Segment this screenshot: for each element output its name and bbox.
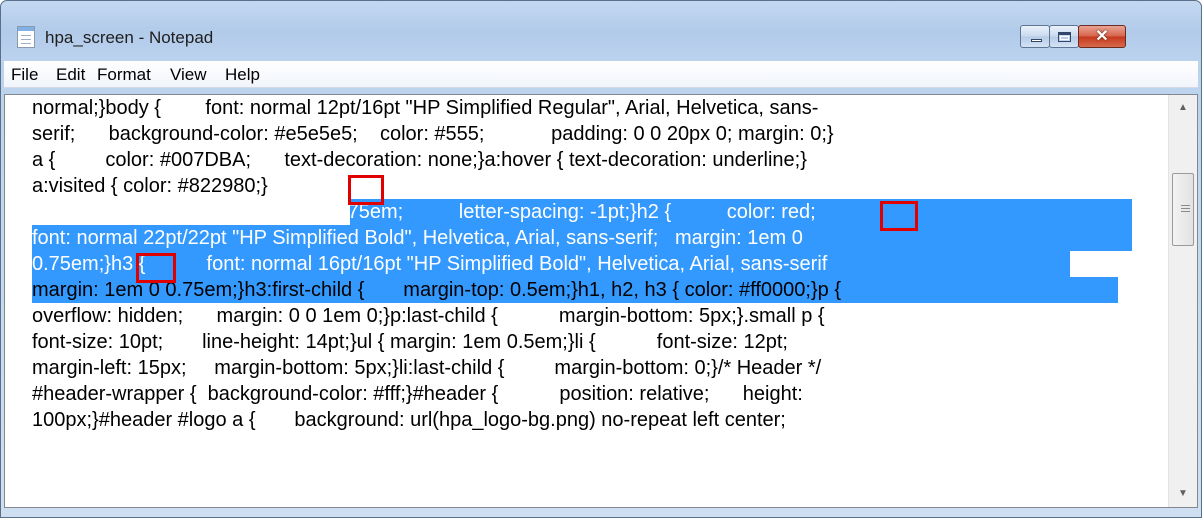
callout-h3-box xyxy=(136,253,176,283)
menu-help[interactable]: Help xyxy=(222,65,263,85)
text-line: 100px;}#header #logo a { background: url… xyxy=(32,409,786,431)
close-button[interactable]: ✕ xyxy=(1078,25,1126,48)
scroll-up-arrow-icon[interactable]: ▲ xyxy=(1169,95,1197,121)
text-line: a { color: #007DBA; text-decoration: non… xyxy=(32,149,807,171)
close-icon: ✕ xyxy=(1095,28,1109,45)
menu-edit[interactable]: Edit xyxy=(53,65,88,85)
selected-text-line: sans-serif; margin-bottom: 0.75em; lette… xyxy=(32,201,816,223)
minimize-icon xyxy=(1031,39,1042,42)
text-line: font-size: 10pt; line-height: 14pt;}ul {… xyxy=(32,331,788,353)
maximize-button[interactable] xyxy=(1049,25,1079,48)
text-line: overflow: hidden; margin: 0 0 1em 0;}p:l… xyxy=(32,305,825,327)
menu-format[interactable]: Format xyxy=(94,65,154,85)
title-bar[interactable]: hpa_screen - Notepad ✕ xyxy=(1,1,1201,53)
callout-h1-box xyxy=(348,175,384,205)
text-line: serif; background-color: #e5e5e5; color:… xyxy=(32,123,834,145)
menu-view[interactable]: View xyxy=(167,65,210,85)
notepad-icon[interactable] xyxy=(17,26,35,48)
selected-text-line: font: normal 22pt/22pt "HP Simplified Bo… xyxy=(32,227,803,249)
menu-file[interactable]: File xyxy=(8,65,41,85)
minimize-button[interactable] xyxy=(1020,25,1050,48)
text-line: #header-wrapper { background-color: #fff… xyxy=(32,383,803,405)
text-line: normal;}body { font: normal 12pt/16pt "H… xyxy=(32,97,819,119)
text-line: a:visited { color: #822980;} xyxy=(32,175,268,197)
scrollbar-thumb[interactable] xyxy=(1172,173,1194,246)
maximize-icon xyxy=(1058,32,1071,42)
scroll-down-arrow-icon[interactable]: ▼ xyxy=(1169,481,1197,507)
vertical-scrollbar[interactable]: ▲ ▼ xyxy=(1168,95,1197,507)
menu-bar: File Edit Format View Help xyxy=(4,61,1198,88)
notepad-window: hpa_screen - Notepad ✕ File Edit Format … xyxy=(0,0,1202,518)
text-editor[interactable]: normal;}body { font: normal 12pt/16pt "H… xyxy=(4,94,1198,508)
selected-text-line: h1 { font: normal 26pt/26pt "HP Simplifi… xyxy=(350,175,919,197)
callout-h2-box xyxy=(880,201,918,231)
window-title: hpa_screen - Notepad xyxy=(45,28,214,47)
text-line: margin-left: 15px; margin-bottom: 5px;}l… xyxy=(32,357,822,379)
